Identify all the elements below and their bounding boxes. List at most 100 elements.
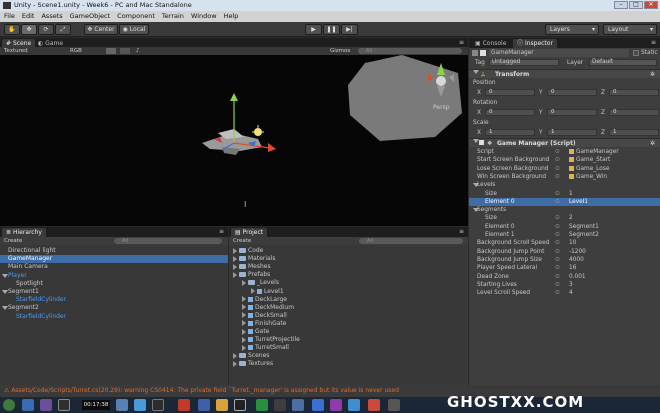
tab-project[interactable]: ▤ Project <box>231 228 268 237</box>
persp-label[interactable]: Persp <box>433 104 450 111</box>
project-item[interactable]: Gate <box>229 328 468 336</box>
taskbar-app-icon[interactable] <box>330 399 342 411</box>
object-picker-icon[interactable]: ⊙ <box>555 198 560 206</box>
close-button[interactable]: ✕ <box>644 1 658 9</box>
hand-tool-button[interactable]: ✋ <box>4 24 20 35</box>
script-field-value[interactable]: Game_Lose <box>569 165 653 173</box>
expand-arrow-icon[interactable] <box>242 344 246 351</box>
layers-dropdown[interactable]: Layers ▾ <box>545 24 599 35</box>
expand-arrow-icon[interactable] <box>233 255 237 262</box>
expand-arrow-icon[interactable] <box>242 312 246 319</box>
component-enabled-checkbox[interactable] <box>479 140 484 145</box>
expand-arrow-icon[interactable] <box>2 306 8 311</box>
menu-window[interactable]: Window <box>191 11 217 22</box>
menu-file[interactable]: File <box>4 11 15 22</box>
script-field-value[interactable]: Segment2 <box>569 231 653 239</box>
script-field-value[interactable]: 4 <box>569 289 653 297</box>
hierarchy-item[interactable]: Directional light <box>0 247 228 255</box>
panel-menu-icon[interactable]: ≡ <box>651 39 656 46</box>
pause-button[interactable]: ❚❚ <box>323 24 340 35</box>
transform-rotation-field[interactable]: 0 <box>547 109 597 116</box>
lighting-toggle[interactable] <box>106 48 116 54</box>
taskbar-app-icon[interactable] <box>274 399 286 411</box>
play-button[interactable]: ▶ <box>305 24 322 35</box>
expand-arrow-icon[interactable] <box>233 263 237 270</box>
object-picker-icon[interactable]: ⊙ <box>555 273 560 281</box>
image-effects-toggle[interactable] <box>120 48 130 54</box>
project-search-input[interactable]: All <box>359 238 463 244</box>
object-picker-icon[interactable]: ⊙ <box>555 256 560 264</box>
menu-gameobject[interactable]: GameObject <box>70 11 111 22</box>
expand-arrow-icon[interactable] <box>233 271 237 278</box>
script-field-value[interactable]: Game_Start <box>569 156 653 164</box>
hierarchy-create-button[interactable]: Create <box>4 237 22 245</box>
project-item[interactable]: TurretSmall <box>229 344 468 352</box>
script-field-value[interactable]: -1200 <box>569 248 653 256</box>
transform-position-field[interactable]: 0 <box>609 89 659 96</box>
maximize-button[interactable]: □ <box>629 1 643 9</box>
script-field-value[interactable]: 0.001 <box>569 273 653 281</box>
hierarchy-item[interactable]: Main Camera <box>0 263 228 271</box>
object-picker-icon[interactable]: ⊙ <box>555 281 560 289</box>
tag-dropdown[interactable]: Untagged <box>489 59 559 66</box>
transform-scale-field[interactable]: 1 <box>547 129 597 136</box>
render-mode-dropdown[interactable]: Textured <box>4 47 28 55</box>
script-field-value[interactable]: 16 <box>569 264 653 272</box>
taskbar-app-icon[interactable] <box>40 399 52 411</box>
hierarchy-item[interactable]: StarfieldCylinder <box>0 313 228 321</box>
expand-arrow-icon[interactable] <box>242 320 246 327</box>
transform-position-field[interactable]: 0 <box>485 89 535 96</box>
pivot-space-toggle[interactable]: ◉ Local <box>119 24 149 35</box>
taskbar-app-icon[interactable] <box>216 399 228 411</box>
project-item[interactable]: Prefabs <box>229 271 468 279</box>
taskbar-app-icon[interactable] <box>388 399 400 411</box>
object-picker-icon[interactable]: ⊙ <box>555 173 560 181</box>
taskbar-app-icon[interactable] <box>348 399 360 411</box>
project-item[interactable]: _Levels <box>229 279 468 287</box>
step-button[interactable]: ▶| <box>341 24 358 35</box>
hierarchy-search-input[interactable]: All <box>114 238 222 244</box>
object-picker-icon[interactable]: ⊙ <box>555 214 560 222</box>
project-create-button[interactable]: Create <box>233 237 251 245</box>
taskbar-app-icon[interactable] <box>134 399 146 411</box>
object-picker-icon[interactable]: ⊙ <box>555 239 560 247</box>
hierarchy-item[interactable]: StarfieldCylinder <box>0 296 228 304</box>
layer-dropdown[interactable]: Default <box>589 59 657 66</box>
expand-arrow-icon[interactable] <box>233 247 237 254</box>
expand-arrow-icon[interactable] <box>233 352 237 359</box>
object-picker-icon[interactable]: ⊙ <box>555 190 560 198</box>
taskbar-app-icon[interactable] <box>292 399 304 411</box>
project-item[interactable]: DeckSmall <box>229 312 468 320</box>
script-field-value[interactable]: 1 <box>569 190 653 198</box>
project-item[interactable]: DeckMedium <box>229 304 468 312</box>
expand-arrow-icon[interactable] <box>233 360 237 367</box>
project-item[interactable]: Scenes <box>229 352 468 360</box>
taskbar-app-icon[interactable] <box>152 399 164 411</box>
project-item[interactable]: Code <box>229 247 468 255</box>
menu-component[interactable]: Component <box>117 11 155 22</box>
object-picker-icon[interactable]: ⊙ <box>555 289 560 297</box>
gizmos-dropdown[interactable]: Gizmos <box>330 47 350 55</box>
audio-icon[interactable]: ♪ <box>136 47 140 55</box>
object-picker-icon[interactable]: ⊙ <box>555 165 560 173</box>
transform-scale-field[interactable]: 1 <box>485 129 535 136</box>
rotate-tool-button[interactable]: ⟳ <box>38 24 54 35</box>
object-picker-icon[interactable]: ⊙ <box>555 223 560 231</box>
panel-menu-icon[interactable]: ≡ <box>459 228 464 235</box>
panel-menu-icon[interactable]: ≡ <box>459 39 464 46</box>
layout-dropdown[interactable]: Layout ▾ <box>603 24 657 35</box>
object-picker-icon[interactable]: ⊙ <box>555 148 560 156</box>
project-item[interactable]: Textures <box>229 360 468 368</box>
taskbar-app-icon[interactable] <box>198 399 210 411</box>
object-picker-icon[interactable]: ⊙ <box>555 231 560 239</box>
gear-icon[interactable]: ✲ <box>650 139 655 148</box>
project-item[interactable]: Materials <box>229 255 468 263</box>
expand-arrow-icon[interactable] <box>242 279 246 286</box>
script-field-value[interactable]: Game_Win <box>569 173 653 181</box>
menu-help[interactable]: Help <box>224 11 239 22</box>
script-field-value[interactable]: 3 <box>569 281 653 289</box>
transform-rotation-field[interactable]: 0 <box>485 109 535 116</box>
expand-arrow-icon[interactable] <box>242 304 246 311</box>
hierarchy-item[interactable]: GameManager <box>0 255 228 264</box>
hierarchy-item[interactable]: Spotlight <box>0 280 228 288</box>
